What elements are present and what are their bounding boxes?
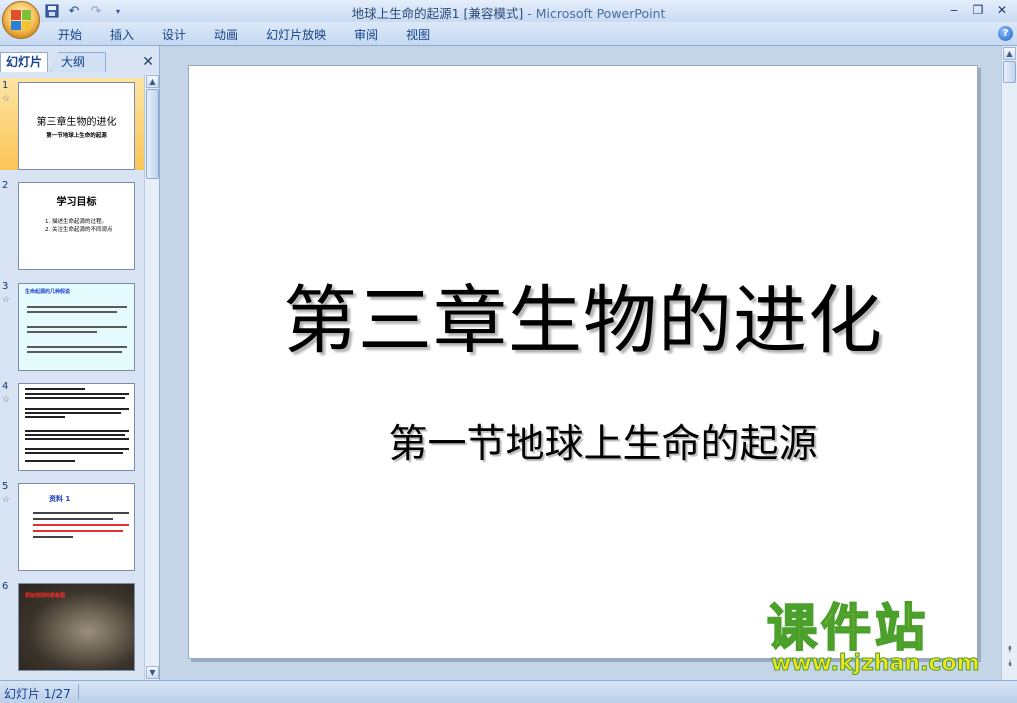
thumb-text-line (33, 512, 129, 514)
thumb-text-line (25, 448, 129, 450)
help-icon[interactable]: ? (998, 26, 1013, 41)
tab-outline[interactable]: 大纲 (50, 52, 106, 72)
thumb-text-line (27, 346, 127, 348)
thumb-text-line: 2. 关注生命起源的不同观点 (45, 227, 113, 233)
slide-thumbnail-5[interactable]: 资料 1 (18, 483, 135, 571)
slide-number: 1 (2, 80, 9, 91)
status-bar: 幻灯片 1/27 (0, 680, 1017, 703)
office-logo-icon (11, 10, 31, 30)
slide-counter: 幻灯片 1/27 (4, 687, 71, 701)
thumb-text-line (33, 536, 73, 538)
thumbnail-row-2[interactable]: 2 学习目标 1. 描述生命起源的过程。 2. 关注生命起源的不同观点 (0, 178, 144, 270)
tab-review[interactable]: 审阅 (340, 26, 392, 44)
thumbnail-row-3[interactable]: 3 ☆ 生命起源的几种假说 (0, 279, 144, 371)
thumbnail-row-1[interactable]: 1 ☆ 第三章生物的进化 第一节地球上生命的起源 (0, 78, 144, 170)
thumb-text-line (27, 326, 127, 328)
slide-number: 4 (2, 381, 9, 392)
thumbnail-row-4[interactable]: 4 ☆ (0, 379, 144, 471)
slide-subtitle[interactable]: 第一节地球上生命的起源 (189, 413, 977, 469)
thumb-text-line (25, 393, 129, 395)
slide-number: 6 (2, 581, 9, 592)
animation-star-icon: ☆ (2, 94, 11, 104)
tab-slideshow[interactable]: 幻灯片放映 (252, 26, 340, 44)
thumb-title: 资料 1 (49, 495, 71, 503)
watermark-brand: 课件站 (766, 599, 929, 657)
watermark-url: www.kjzhan.com (771, 651, 981, 676)
thumb-text-line (25, 412, 121, 414)
thumb-text-line (33, 530, 123, 532)
close-button[interactable]: ✕ (991, 1, 1013, 19)
thumbnail-list: 1 ☆ 第三章生物的进化 第一节地球上生命的起源 2 学习目标 1. 描述生命起… (0, 74, 144, 680)
thumb-text-line (25, 430, 129, 432)
slide-thumbnail-4[interactable] (18, 383, 135, 471)
thumb-text-line (25, 416, 65, 418)
minimize-button[interactable]: ‒ (943, 1, 965, 19)
thumbnail-row-5[interactable]: 5 ☆ 资料 1 (0, 479, 144, 571)
tab-insert[interactable]: 插入 (96, 26, 148, 44)
watermark: 课件站 www.kjzhan.com (766, 599, 997, 680)
document-name: 地球上生命的起源1 [兼容模式] (351, 6, 524, 21)
thumb-text-line (25, 397, 125, 399)
thumb-title: 原始地球的想象图 (25, 593, 66, 599)
slide-thumbnail-6[interactable]: 原始地球的想象图 (18, 583, 135, 671)
thumb-text-line (25, 388, 85, 390)
slide-thumbnail-1[interactable]: 第三章生物的进化 第一节地球上生命的起源 (18, 82, 135, 170)
ribbon-tab-bar: 开始 插入 设计 动画 幻灯片放映 审阅 视图 ? (0, 22, 1017, 46)
title-separator: - (523, 6, 536, 21)
slide-number: 5 (2, 481, 9, 492)
scroll-up-arrow-icon[interactable]: ▲ (146, 75, 159, 88)
slide-thumbnail-3[interactable]: 生命起源的几种假说 (18, 283, 135, 371)
slides-pane: 幻灯片 大纲 ✕ 1 ☆ 第三章生物的进化 第一节地球上生命的起源 2 学习目标… (0, 46, 160, 680)
animation-star-icon: ☆ (2, 395, 11, 405)
thumb-text-line (25, 452, 123, 454)
slide-number: 2 (2, 180, 9, 191)
pane-tabs: 幻灯片 大纲 ✕ (0, 50, 160, 72)
scroll-up-arrow-icon[interactable]: ▲ (1003, 47, 1016, 60)
tab-home[interactable]: 开始 (44, 26, 96, 44)
title-bar: ↶ ↷ ▾ 地球上生命的起源1 [兼容模式] - Microsoft Power… (0, 0, 1017, 22)
next-slide-icon[interactable]: ⯯ (1003, 658, 1017, 670)
thumb-text-line: 1. 描述生命起源的过程。 (45, 219, 107, 225)
thumbnail-scrollbar[interactable]: ▲ ▼ (144, 74, 159, 680)
thumb-text-line (25, 460, 75, 462)
thumb-text-line (27, 306, 127, 308)
slide-scrollbar[interactable]: ▲ ⯭ ⯯ (1001, 46, 1017, 680)
thumb-text-line (33, 524, 129, 526)
thumb-text-line (27, 351, 122, 353)
thumb-title: 学习目标 (56, 197, 97, 208)
scrollbar-thumb[interactable] (1003, 61, 1016, 83)
thumb-text-line (27, 311, 117, 313)
thumb-text-line (25, 438, 129, 440)
thumb-text-line (33, 518, 113, 520)
application-name: Microsoft PowerPoint (535, 6, 666, 21)
animation-star-icon: ☆ (2, 495, 11, 505)
scroll-down-arrow-icon[interactable]: ▼ (146, 666, 159, 679)
thumb-text-line (25, 408, 129, 410)
slide-number: 3 (2, 281, 9, 292)
tab-slides[interactable]: 幻灯片 (0, 52, 49, 72)
animation-star-icon: ☆ (2, 295, 11, 305)
slide-title[interactable]: 第三章生物的进化 (189, 261, 977, 368)
status-separator (78, 684, 79, 700)
slide-thumbnail-2[interactable]: 学习目标 1. 描述生命起源的过程。 2. 关注生命起源的不同观点 (18, 182, 135, 270)
maximize-button[interactable]: ❐ (967, 1, 989, 19)
window-title: 地球上生命的起源1 [兼容模式] - Microsoft PowerPoint (0, 3, 1017, 22)
thumb-subtitle: 第一节地球上生命的起源 (46, 133, 107, 139)
thumb-title: 生命起源的几种假说 (25, 289, 71, 295)
thumb-title: 第三章生物的进化 (36, 117, 117, 128)
current-slide[interactable]: 第三章生物的进化 第一节地球上生命的起源 (188, 65, 978, 659)
scrollbar-thumb[interactable] (146, 89, 159, 179)
window-controls: ‒ ❐ ✕ (943, 1, 1013, 19)
tab-view[interactable]: 视图 (392, 26, 444, 44)
slide-editing-area: 第三章生物的进化 第一节地球上生命的起源 (161, 46, 1001, 680)
thumbnail-row-6[interactable]: 6 原始地球的想象图 (0, 579, 144, 671)
thumb-text-line (27, 331, 97, 333)
thumb-text-line (25, 434, 125, 436)
previous-slide-icon[interactable]: ⯭ (1003, 644, 1017, 656)
tab-animations[interactable]: 动画 (200, 26, 252, 44)
close-pane-icon[interactable]: ✕ (142, 54, 154, 70)
office-button[interactable] (2, 1, 40, 39)
tab-design[interactable]: 设计 (148, 26, 200, 44)
